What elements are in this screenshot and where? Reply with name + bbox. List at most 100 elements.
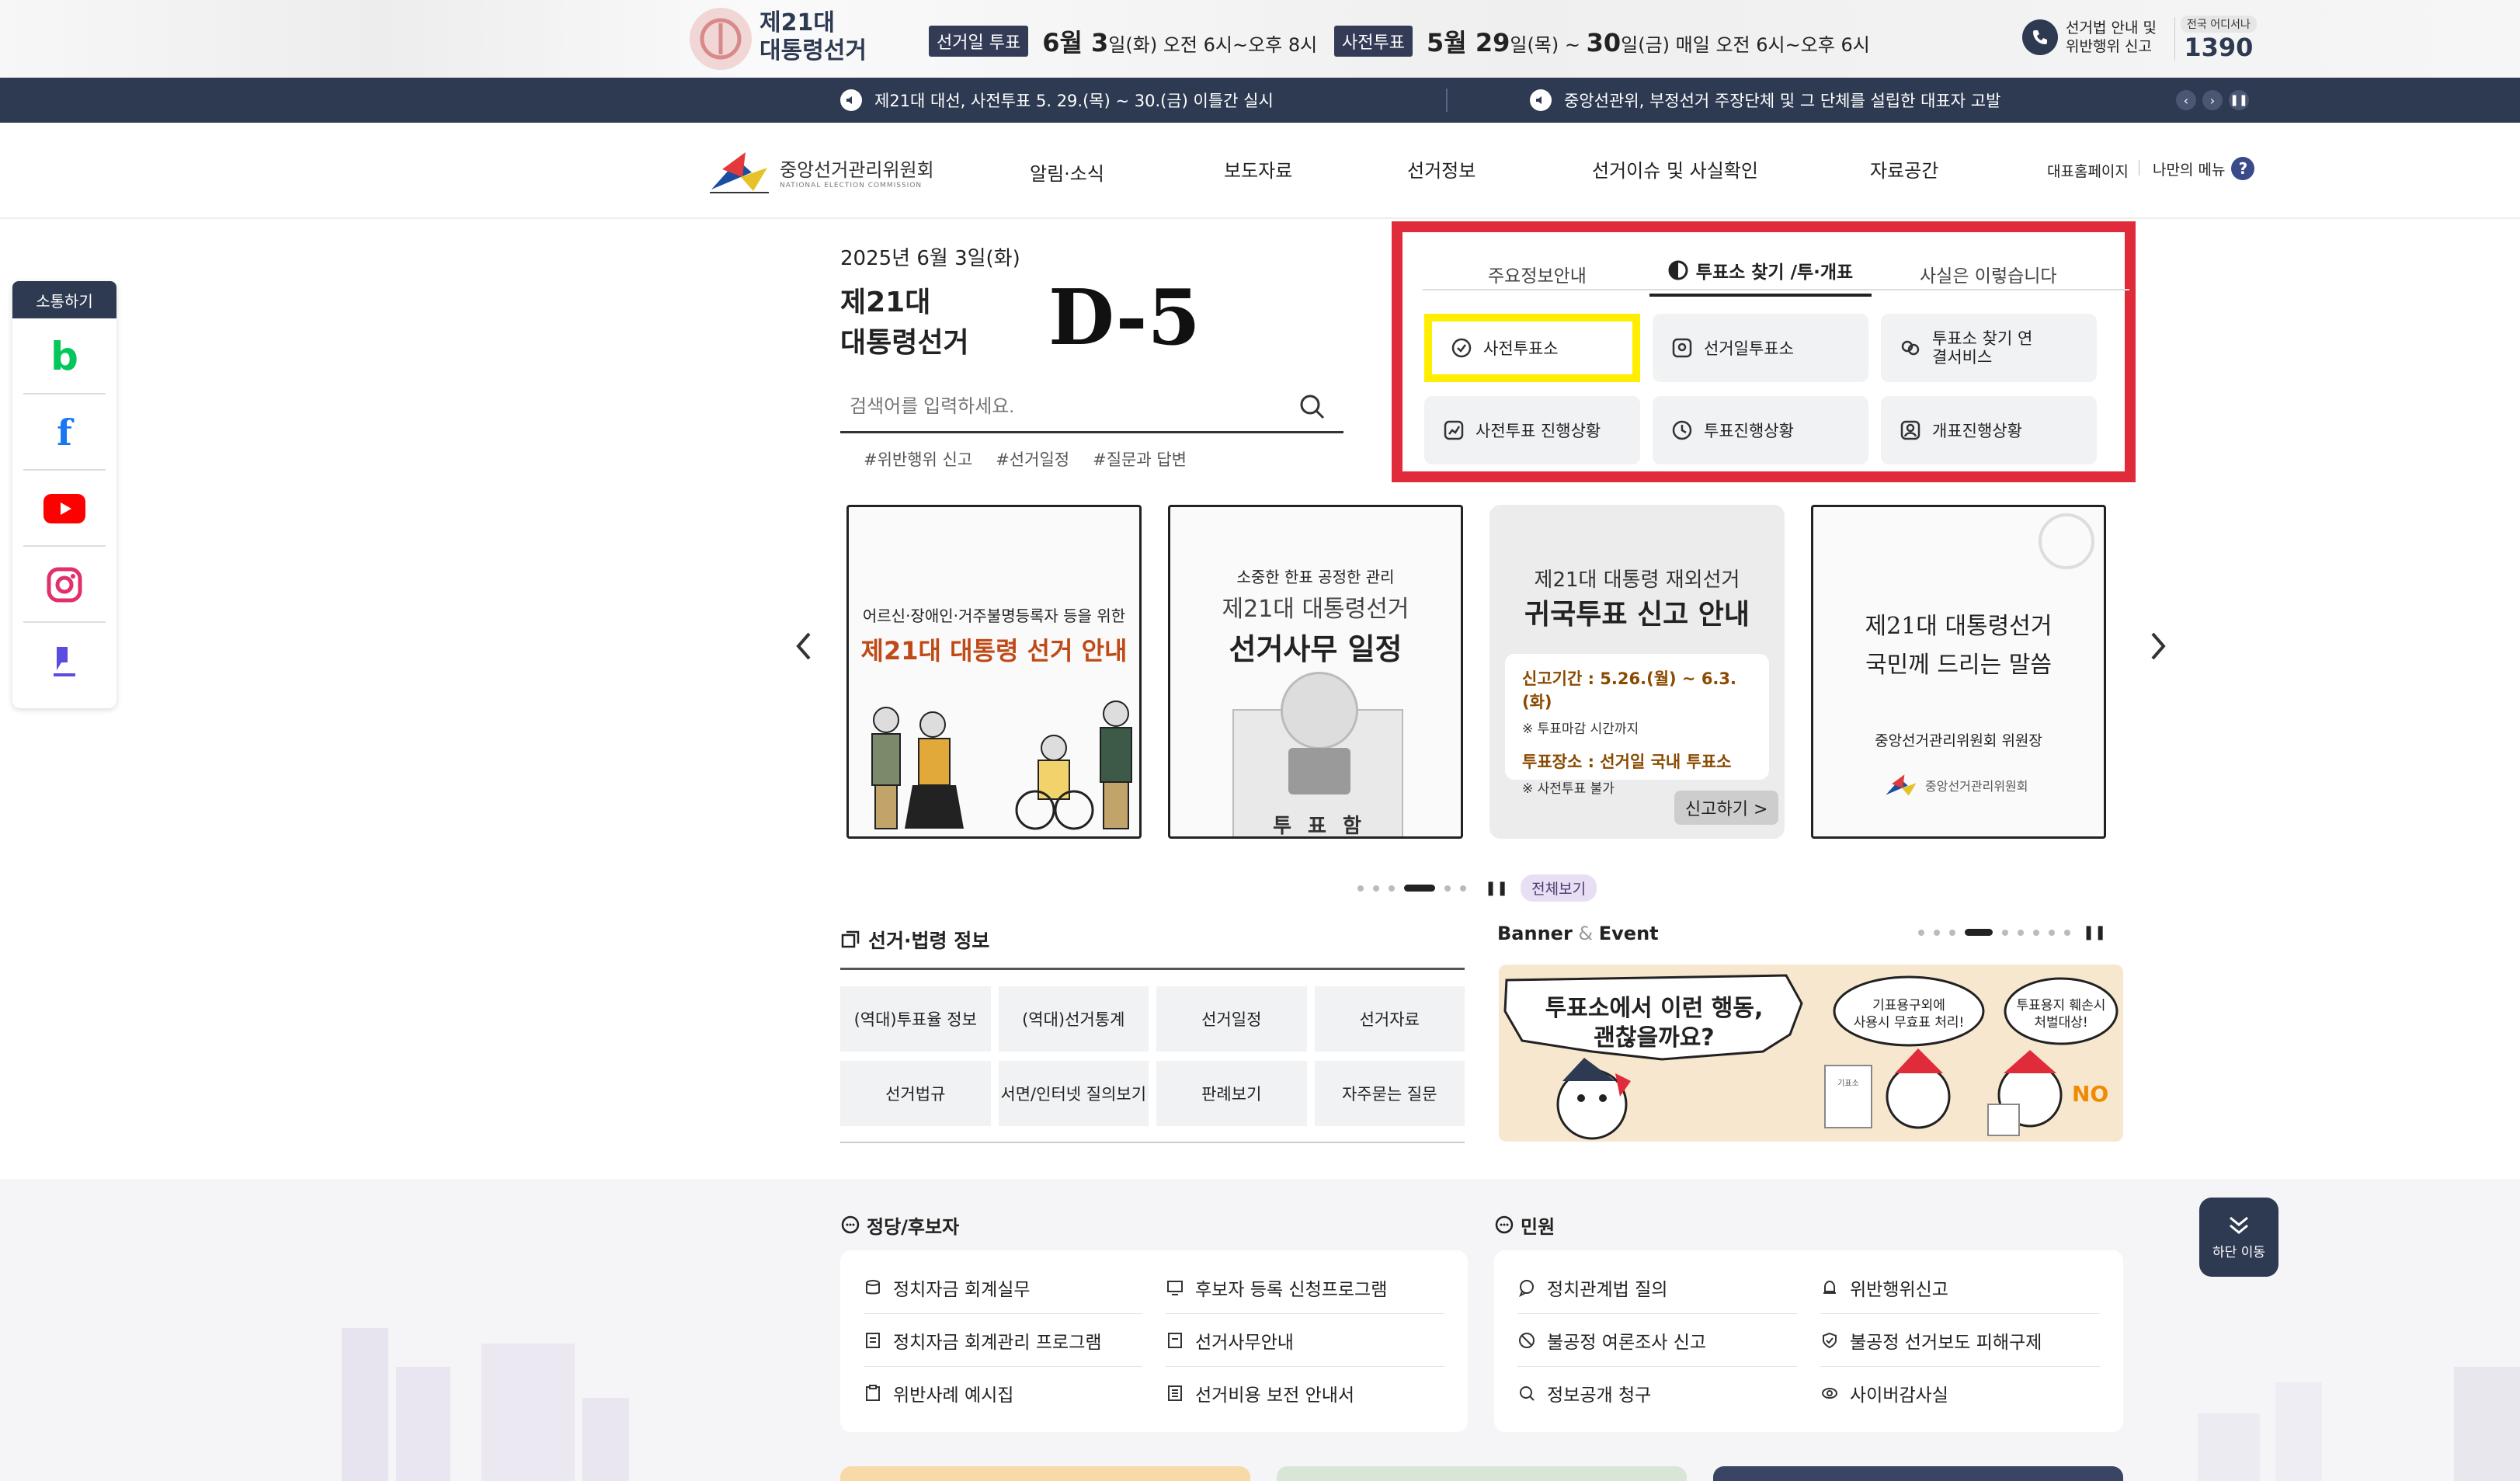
banner-dot[interactable] [1918,929,1924,936]
tab-main-info[interactable]: 주요정보안내 [1488,261,1587,287]
banner-dot[interactable] [2064,929,2070,936]
nav-press[interactable]: 보도자료 [1224,155,1292,183]
facebook-link[interactable]: f [23,396,106,471]
party-item-candidate-program[interactable]: 후보자 등록 신청프로그램 [1166,1261,1444,1314]
banner-dot[interactable] [2018,929,2024,936]
link-election-stats[interactable]: (역대)선거통계 [998,986,1149,1052]
pager-dot[interactable] [1460,885,1466,892]
nav-archive[interactable]: 자료공간 [1870,155,1938,183]
violation-report-link[interactable]: 선거법 안내 및 위반행위 신고 [2022,19,2157,56]
hashtag-report[interactable]: #위반행위 신고 [864,447,972,471]
civil-item-law-inquiry[interactable]: 정치관계법 질의 [1517,1261,1797,1314]
main-homepage-link[interactable]: 대표홈페이지 [2047,160,2129,181]
nav-fact-check[interactable]: 선거이슈 및 사실확인 [1592,155,1758,183]
link-turnout-info[interactable]: (역대)투표율 정보 [840,986,991,1052]
party-item-election-guide[interactable]: 선거사무안내 [1166,1314,1444,1367]
overseas-report-button[interactable]: 신고하기 > [1674,791,1779,825]
shield-icon [1823,1332,1837,1348]
civil-item-poll-report[interactable]: 불공정 여론조사 신고 [1517,1314,1797,1367]
party-item-cost-guide[interactable]: 선거비용 보전 안내서 [1166,1367,1444,1420]
prev-notice-button[interactable]: ‹ [2176,90,2196,110]
pause-notice-button[interactable]: ❚❚ [2229,90,2249,110]
early-voting-place-button[interactable]: 사전투표소 [1424,314,1640,382]
pager-dot[interactable] [1357,885,1364,892]
site-header: 중앙선거관리위원회 NATIONAL ELECTION COMMISSION 알… [0,123,2520,219]
pager-dot[interactable] [1389,885,1395,892]
election-law-links: (역대)투표율 정보 (역대)선거통계 선거일정 선거자료 선거법규 서면/인터… [840,986,1465,1126]
my-menu-link[interactable]: 나만의 메뉴 ? [2153,157,2255,180]
banner-dot[interactable] [1934,929,1940,936]
bottom-card-3[interactable] [1713,1466,2123,1481]
slide-chairman-message[interactable]: 제21대 대통령선거 국민께 드리는 말씀 중앙선거관리위원회 위원장 중앙선거… [1811,505,2106,839]
banner-dot[interactable] [1949,929,1955,936]
hotline[interactable]: 전국 어디서나 1390 [2181,16,2257,62]
pager-dot[interactable] [1373,885,1379,892]
chart-icon [1444,420,1464,440]
clipboard-icon [866,1385,880,1401]
bottom-card-2[interactable] [1277,1466,1687,1481]
voting-status-button[interactable]: 투표진행상황 [1653,396,1868,464]
party-item-accounting[interactable]: 정치자금 회계실무 [864,1261,1142,1314]
view-all-button[interactable]: 전체보기 [1521,874,1597,902]
link-election-materials[interactable]: 선거자료 [1314,986,1465,1052]
ballot-slot [1288,748,1350,794]
notice-item-1[interactable]: 제21대 대선, 사전투표 5. 29.(목) ~ 30.(금) 이틀간 실시 [840,89,1274,112]
facebook-icon: f [57,412,72,454]
party-title: 정당/후보자 [867,1216,960,1238]
link-written-inquiry[interactable]: 서면/인터넷 질의보기 [998,1061,1149,1126]
election-day-place-button[interactable]: 선거일투표소 [1653,314,1868,382]
civil-item-info-request[interactable]: 정보공개 청구 [1517,1367,1797,1420]
early-vote-day-start: 일(목) ~ [1510,34,1587,56]
bottom-card-1[interactable] [840,1466,1250,1481]
blog-link[interactable] [23,624,106,699]
nav-election-info[interactable]: 선거정보 [1407,155,1476,183]
pager-dot[interactable] [1444,885,1451,892]
banner-pause-button[interactable]: ❚❚ [2083,924,2106,940]
search-input[interactable] [848,390,1283,424]
civil-item-cyber-audit[interactable]: 사이버감사실 [1820,1367,2100,1420]
banner-dot[interactable] [2033,929,2039,936]
party-item-violation-examples[interactable]: 위반사례 예시집 [864,1367,1142,1420]
instagram-link[interactable] [23,548,106,623]
tab-fact-check[interactable]: 사실은 이렇습니다 [1920,261,2057,287]
speaker-icon [840,89,862,111]
carousel-pause-button[interactable]: ❚❚ [1485,880,1508,896]
banner-image[interactable]: 투표소에서 이런 행동, 괜찮을까요? 기표용구외에 사용시 무효표 처리! 투… [1499,965,2123,1142]
election-law-rule [840,968,1465,970]
slide-election-schedule[interactable]: 소중한 한표 공정한 관리 제21대 대통령선거 선거사무 일정 투 표 함 [1168,505,1463,839]
carousel-next-button[interactable] [2146,631,2170,665]
slide-accessibility-guide[interactable]: 어르신·장애인·거주불명등록자 등을 위한 제21대 대통령 선거 안내 [846,505,1142,839]
civil-item-violation-report[interactable]: 위반행위신고 [1820,1261,2100,1314]
civil-item-press-relief[interactable]: 불공정 선거보도 피해구제 [1820,1314,2100,1367]
link-election-schedule[interactable]: 선거일정 [1156,986,1307,1052]
youtube-link[interactable] [23,472,106,547]
banner-dot[interactable] [2049,929,2055,936]
link-election-law[interactable]: 선거법규 [840,1061,991,1126]
counting-status-button[interactable]: 개표진행상황 [1881,396,2097,464]
slide-overseas-voting[interactable]: 제21대 대통령 재외선거 귀국투표 신고 안내 신고기간 : 5.26.(월)… [1489,505,1785,839]
early-voting-status-button[interactable]: 사전투표 진행상황 [1424,396,1640,464]
banner-dot-active[interactable] [1965,929,1993,936]
party-item-accounting-program[interactable]: 정치자금 회계관리 프로그램 [864,1314,1142,1367]
carousel-prev-button[interactable] [792,631,815,669]
banner-dot[interactable] [2002,929,2008,936]
next-notice-button[interactable]: › [2202,90,2223,110]
link-precedents[interactable]: 판례보기 [1156,1061,1307,1126]
banner-title: Banner & Event [1497,923,1659,944]
hashtag-qna[interactable]: #질문과 답변 [1093,447,1187,471]
site-logo[interactable]: 중앙선거관리위원회 NATIONAL ELECTION COMMISSION [707,146,934,197]
search-button[interactable] [1297,391,1328,426]
hashtag-schedule[interactable]: #선거일정 [996,447,1069,471]
nav-news[interactable]: 알림·소식 [1030,158,1104,186]
link-faq[interactable]: 자주묻는 질문 [1314,1061,1465,1126]
pager-dot-active[interactable] [1404,885,1435,892]
banner-bubble2-line2: 사용시 무효표 처리! [1853,1015,1965,1031]
ballot-stamp-icon [2039,513,2094,569]
notice-item-2[interactable]: 중앙선관위, 부정선거 주장단체 및 그 단체를 설립한 대표자 고발 [1530,89,2000,112]
polling-place-search-button[interactable]: 투표소 찾기 연결서비스 [1881,314,2097,382]
scroll-bottom-button[interactable]: 하단 이동 [2199,1198,2278,1277]
band-link[interactable]: b [23,320,106,395]
slide4-heading: 국민께 드리는 말씀 [1865,652,2052,679]
early-vote-date-end: 30 [1586,28,1621,57]
city-skyline-illustration [342,1328,629,1481]
